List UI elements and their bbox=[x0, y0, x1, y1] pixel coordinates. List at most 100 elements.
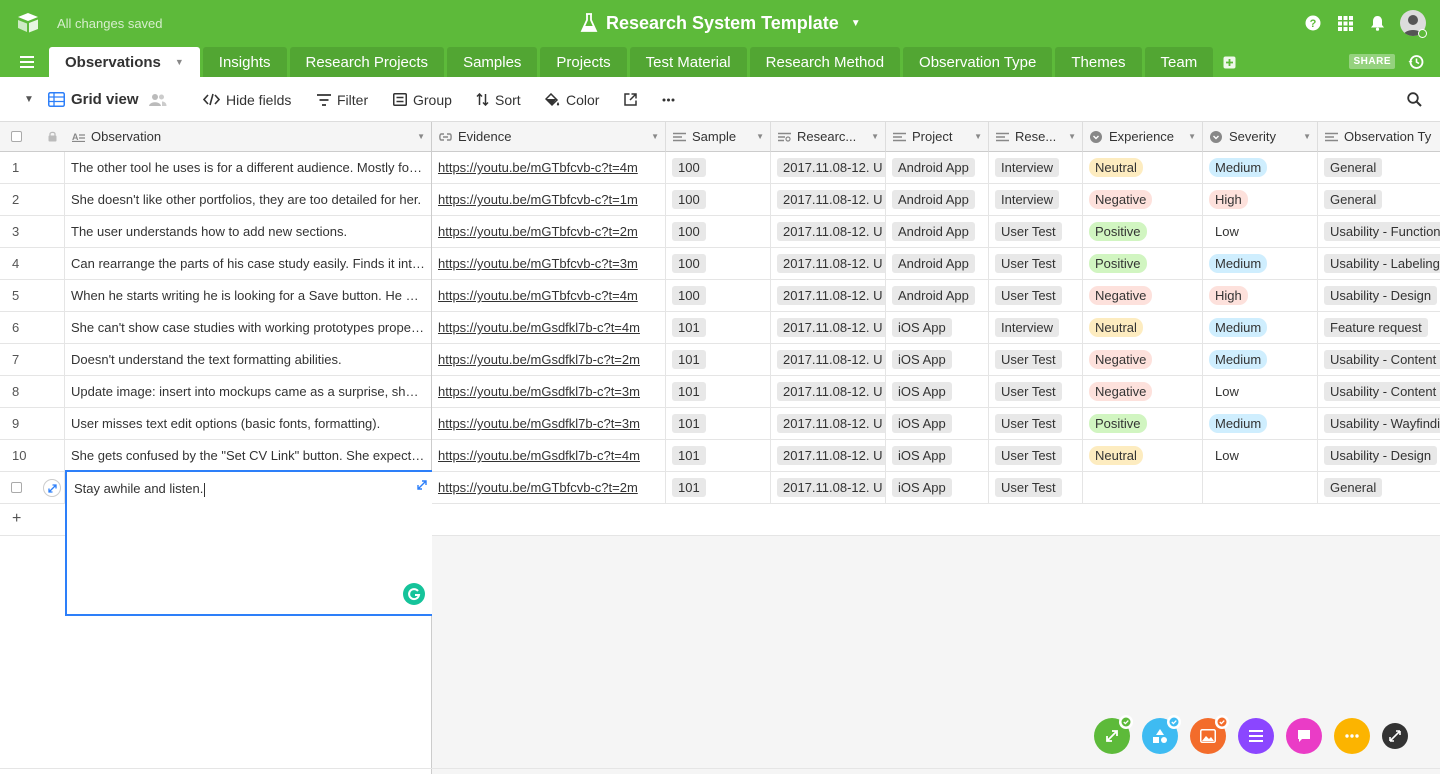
cell-sample[interactable]: 100 bbox=[666, 184, 771, 215]
cell-research[interactable]: 2017.11.08-12. U bbox=[771, 248, 886, 279]
app-block-blue[interactable] bbox=[1142, 715, 1181, 754]
cell-evidence[interactable]: https://youtu.be/mGsdfkl7b-c?t=2m bbox=[432, 344, 666, 375]
cell-project[interactable]: iOS App bbox=[886, 472, 989, 503]
cell-severity[interactable]: Medium bbox=[1203, 248, 1318, 279]
column-header-evidence[interactable]: Evidence ▼ bbox=[432, 122, 666, 152]
sort-button[interactable]: Sort bbox=[476, 77, 521, 122]
cell-sample[interactable]: 100 bbox=[666, 248, 771, 279]
row-number[interactable]: 4 bbox=[0, 248, 65, 279]
app-block-green[interactable] bbox=[1094, 715, 1133, 754]
cell-sample[interactable]: 101 bbox=[666, 440, 771, 471]
apps-grid-icon[interactable] bbox=[1336, 14, 1354, 32]
cell-research[interactable]: 2017.11.08-12. U bbox=[771, 152, 886, 183]
row-number[interactable]: 2 bbox=[0, 184, 65, 215]
cell-observation[interactable]: When he starts writing he is looking for… bbox=[65, 280, 432, 311]
bell-icon[interactable] bbox=[1368, 14, 1386, 32]
cell-research[interactable]: 2017.11.08-12. U bbox=[771, 440, 886, 471]
history-icon[interactable] bbox=[1408, 54, 1424, 70]
cell-observation-type[interactable]: Usability - Design bbox=[1318, 280, 1440, 311]
chevron-down-icon[interactable]: ▼ bbox=[752, 132, 764, 141]
cell-research-method[interactable]: User Test bbox=[989, 344, 1083, 375]
tab-insights[interactable]: Insights bbox=[202, 47, 287, 77]
cell-research-method[interactable]: Interview bbox=[989, 312, 1083, 343]
chevron-down-icon[interactable]: ▼ bbox=[1064, 132, 1076, 141]
cell-research-method[interactable]: Interview bbox=[989, 184, 1083, 215]
view-switcher[interactable]: Grid view bbox=[48, 77, 167, 122]
cell-observation-type[interactable]: Feature request bbox=[1318, 312, 1440, 343]
cell-evidence[interactable]: https://youtu.be/mGTbfcvb-c?t=4m bbox=[432, 280, 666, 311]
cell-research-method[interactable]: User Test bbox=[989, 440, 1083, 471]
cell-observation-type[interactable]: Usability - Functionality bbox=[1318, 216, 1440, 247]
cell-experience[interactable]: Negative bbox=[1083, 376, 1203, 407]
column-header-research-method[interactable]: Rese... ▼ bbox=[989, 122, 1083, 152]
cell-observation-type[interactable]: General bbox=[1318, 472, 1440, 503]
base-title[interactable]: Research System Template ▼ bbox=[580, 11, 861, 35]
cell-observation[interactable]: Doesn't understand the text formatting a… bbox=[65, 344, 432, 375]
table-row[interactable]: 5 When he starts writing he is looking fo… bbox=[0, 280, 1440, 312]
tab-research-projects[interactable]: Research Projects bbox=[289, 47, 445, 77]
cell-severity[interactable]: Low bbox=[1203, 216, 1318, 247]
table-row[interactable]: 3 The user understands how to add new sec… bbox=[0, 216, 1440, 248]
cell-experience[interactable]: Negative bbox=[1083, 344, 1203, 375]
cell-project[interactable]: Android App bbox=[886, 184, 989, 215]
cell-experience[interactable]: Neutral bbox=[1083, 152, 1203, 183]
chevron-down-icon[interactable]: ▼ bbox=[1299, 132, 1311, 141]
add-record-row-extension[interactable] bbox=[432, 504, 1440, 536]
column-header-research[interactable]: Researc... ▼ bbox=[771, 122, 886, 152]
cell-severity[interactable]: Low bbox=[1203, 376, 1318, 407]
cell-research-method[interactable]: User Test bbox=[989, 248, 1083, 279]
share-view-button[interactable] bbox=[624, 77, 637, 122]
search-button[interactable] bbox=[1407, 77, 1422, 122]
cell-observation[interactable]: She can't show case studies with working… bbox=[65, 312, 432, 343]
app-block-more[interactable] bbox=[1334, 718, 1370, 754]
table-row[interactable]: 4 Can rearrange the parts of his case stu… bbox=[0, 248, 1440, 280]
cell-evidence[interactable]: https://youtu.be/mGsdfkl7b-c?t=4m bbox=[432, 312, 666, 343]
chevron-down-icon[interactable]: ▼ bbox=[175, 57, 184, 67]
cell-research[interactable]: 2017.11.08-12. U bbox=[771, 280, 886, 311]
cell-observation-type[interactable]: Usability - Content bbox=[1318, 344, 1440, 375]
cell-research-method[interactable]: User Test bbox=[989, 472, 1083, 503]
column-header-project[interactable]: Project ▼ bbox=[886, 122, 989, 152]
cell-severity[interactable]: High bbox=[1203, 184, 1318, 215]
cell-research[interactable]: 2017.11.08-12. U bbox=[771, 472, 886, 503]
row-number[interactable]: 3 bbox=[0, 216, 65, 247]
cell-project[interactable]: iOS App bbox=[886, 440, 989, 471]
table-row[interactable]: 10 She gets confused by the "Set CV Link"… bbox=[0, 440, 1440, 472]
cell-severity[interactable]: Medium bbox=[1203, 152, 1318, 183]
cell-sample[interactable]: 101 bbox=[666, 344, 771, 375]
cell-research[interactable]: 2017.11.08-12. U bbox=[771, 376, 886, 407]
row-number[interactable]: 1 bbox=[0, 152, 65, 183]
frozen-column-divider[interactable] bbox=[431, 122, 432, 774]
cell-research[interactable]: 2017.11.08-12. U bbox=[771, 344, 886, 375]
cell-evidence[interactable]: https://youtu.be/mGTbfcvb-c?t=4m bbox=[432, 152, 666, 183]
app-block-pink[interactable] bbox=[1286, 718, 1322, 754]
cell-project[interactable]: iOS App bbox=[886, 344, 989, 375]
cell-observation-type[interactable]: General bbox=[1318, 184, 1440, 215]
cell-evidence[interactable]: https://youtu.be/mGsdfkl7b-c?t=4m bbox=[432, 440, 666, 471]
app-block-orange[interactable] bbox=[1190, 715, 1229, 754]
cell-project[interactable]: Android App bbox=[886, 280, 989, 311]
column-header-experience[interactable]: Experience ▼ bbox=[1083, 122, 1203, 152]
cell-severity[interactable]: Medium bbox=[1203, 312, 1318, 343]
tab-team[interactable]: Team bbox=[1144, 47, 1214, 77]
cell-research-method[interactable]: User Test bbox=[989, 376, 1083, 407]
cell-research-method[interactable]: Interview bbox=[989, 152, 1083, 183]
cell-severity[interactable] bbox=[1203, 472, 1318, 503]
cell-severity[interactable]: Low bbox=[1203, 440, 1318, 471]
cell-observation-type[interactable]: Usability - Design bbox=[1318, 440, 1440, 471]
chevron-down-icon[interactable]: ▼ bbox=[413, 132, 425, 141]
cell-experience[interactable]: Positive bbox=[1083, 216, 1203, 247]
cell-sample[interactable]: 101 bbox=[666, 472, 771, 503]
cell-evidence[interactable]: https://youtu.be/mGTbfcvb-c?t=1m bbox=[432, 184, 666, 215]
chevron-down-icon[interactable]: ▼ bbox=[867, 132, 879, 141]
hamburger-menu-icon[interactable] bbox=[20, 55, 36, 69]
row-number[interactable]: 9 bbox=[0, 408, 65, 439]
tab-samples[interactable]: Samples bbox=[447, 47, 538, 77]
cell-research[interactable]: 2017.11.08-12. U bbox=[771, 216, 886, 247]
cell-evidence[interactable]: https://youtu.be/mGsdfkl7b-c?t=3m bbox=[432, 376, 666, 407]
table-row[interactable]: 1 The other tool he uses is for a differe… bbox=[0, 152, 1440, 184]
cell-observation[interactable]: Can rearrange the parts of his case stud… bbox=[65, 248, 432, 279]
chevron-down-icon[interactable]: ▼ bbox=[970, 132, 982, 141]
collapse-blocks-button[interactable] bbox=[1382, 723, 1408, 749]
cell-research-method[interactable]: User Test bbox=[989, 408, 1083, 439]
